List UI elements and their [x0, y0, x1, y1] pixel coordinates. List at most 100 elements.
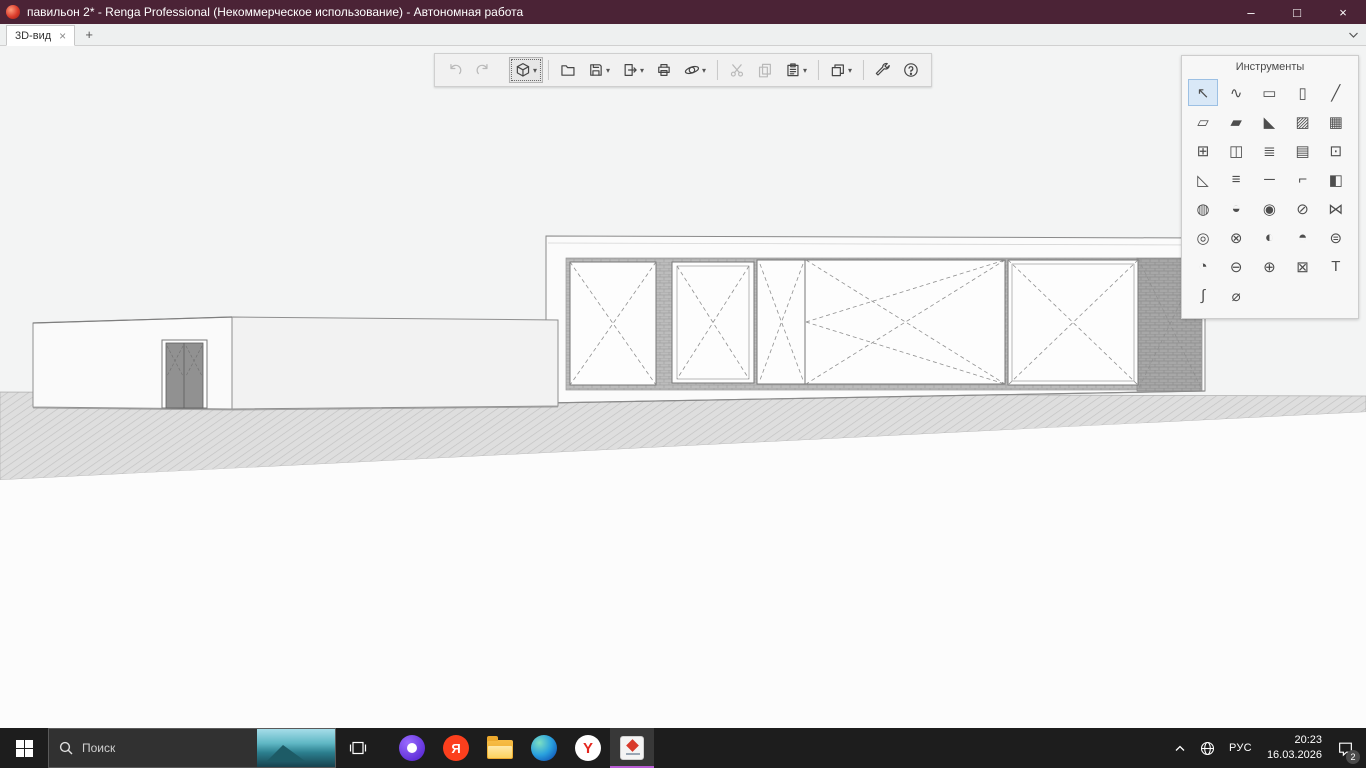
- wall-tool[interactable]: ▦: [1321, 108, 1351, 135]
- new-tab-button[interactable]: +: [79, 25, 99, 43]
- tools-panel-title: Инструменты: [1182, 56, 1358, 76]
- light-fixture-tool[interactable]: ◔: [1188, 253, 1218, 280]
- settings-button[interactable]: [869, 57, 897, 83]
- export-button[interactable]: ▾: [616, 57, 650, 83]
- taskbar-clock[interactable]: 20:23 16.03.2026: [1259, 728, 1330, 768]
- axis-grid-tool[interactable]: ⌀: [1221, 282, 1251, 309]
- yandex-start-icon: Я: [443, 735, 469, 761]
- taskbar-apps: ЯY: [336, 728, 654, 768]
- beam-tool[interactable]: ⌐: [1288, 166, 1318, 193]
- roof-tool[interactable]: ◣: [1254, 108, 1284, 135]
- orbit-view-button[interactable]: ▾: [678, 57, 712, 83]
- redo-button[interactable]: [469, 57, 497, 83]
- assembly-tool[interactable]: ⊡: [1321, 137, 1351, 164]
- door-tool[interactable]: ◫: [1221, 137, 1251, 164]
- dropdown-arrow-icon: ▾: [533, 66, 537, 75]
- tab-close-icon[interactable]: ×: [59, 30, 66, 42]
- select-tool[interactable]: ↖: [1188, 79, 1218, 106]
- edge-taskbar-button[interactable]: [522, 728, 566, 768]
- duct-fitting-tool[interactable]: ⊗: [1221, 224, 1251, 251]
- layers-icon: [830, 62, 846, 78]
- redo-icon: [475, 62, 491, 78]
- opening-tool[interactable]: ▭: [1254, 79, 1284, 106]
- start-button[interactable]: [0, 728, 48, 768]
- explorer-taskbar-button[interactable]: [478, 728, 522, 768]
- duct-accessory-tool[interactable]: ⊜: [1321, 224, 1351, 251]
- export-icon: [622, 62, 638, 78]
- save-button[interactable]: ▾: [582, 57, 616, 83]
- main-canvas: ▾▾▾▾▾▾ Инструменты ↖∿▭▯╱▱▰◣▨▦⊞◫≣▤⊡◺≡─⌐◧◍…: [0, 46, 1366, 728]
- renga-taskbar-button[interactable]: [610, 728, 654, 768]
- slab-tool[interactable]: ▰: [1221, 108, 1251, 135]
- news-widget-thumbnail[interactable]: [257, 729, 335, 767]
- isolation-tool[interactable]: ▤: [1288, 137, 1318, 164]
- alice-icon: [399, 735, 425, 761]
- minimize-button[interactable]: –: [1228, 0, 1274, 24]
- hatch-tool[interactable]: ▨: [1288, 108, 1318, 135]
- column-tool[interactable]: ▯: [1288, 79, 1318, 106]
- stair-tool[interactable]: ≡: [1221, 166, 1251, 193]
- network-icon[interactable]: [1193, 728, 1222, 768]
- equipment-tool[interactable]: ⊠: [1288, 253, 1318, 280]
- cut-button[interactable]: [723, 57, 751, 83]
- taskbar: Поиск ЯY РУС 20:23 16.03.2026: [0, 728, 1366, 768]
- tray-chevron-icon[interactable]: [1167, 728, 1193, 768]
- air-handler-tool[interactable]: ◐: [1254, 224, 1284, 251]
- railing-tool[interactable]: ≣: [1254, 137, 1284, 164]
- route-tool[interactable]: ∫: [1188, 282, 1218, 309]
- pipe-tool[interactable]: ⊘: [1288, 195, 1318, 222]
- edge-icon: [531, 735, 557, 761]
- print-button[interactable]: [650, 57, 678, 83]
- plumbing-fixture-tool[interactable]: ◍: [1188, 195, 1218, 222]
- pen-tool[interactable]: ╱: [1321, 79, 1351, 106]
- tank-tool[interactable]: ◒: [1221, 195, 1251, 222]
- help-button[interactable]: [897, 57, 925, 83]
- plate-tool[interactable]: ◧: [1321, 166, 1351, 193]
- valve-tool[interactable]: ⋈: [1321, 195, 1351, 222]
- text-tool[interactable]: T: [1321, 253, 1351, 280]
- maximize-button[interactable]: □: [1274, 0, 1320, 24]
- socket-tool[interactable]: ⊕: [1254, 253, 1284, 280]
- close-button[interactable]: ×: [1320, 0, 1366, 24]
- view-tabbar: 3D-вид × +: [0, 24, 1366, 46]
- paste-button[interactable]: ▾: [779, 57, 813, 83]
- spline-tool[interactable]: ∿: [1221, 79, 1251, 106]
- toolbar-separator: [818, 60, 819, 80]
- copy-button[interactable]: [751, 57, 779, 83]
- duct-tool[interactable]: ◎: [1188, 224, 1218, 251]
- yandex-browser-taskbar-button[interactable]: Y: [566, 728, 610, 768]
- yandex-start-taskbar-button[interactable]: Я: [434, 728, 478, 768]
- pump-tool[interactable]: ◉: [1254, 195, 1284, 222]
- taskbar-search[interactable]: Поиск: [48, 728, 336, 768]
- tab-3d-view[interactable]: 3D-вид ×: [6, 25, 75, 46]
- alice-taskbar-button[interactable]: [390, 728, 434, 768]
- tab-label: 3D-вид: [15, 30, 51, 42]
- ramp-tool[interactable]: ◺: [1188, 166, 1218, 193]
- language-indicator[interactable]: РУС: [1222, 728, 1259, 768]
- floor-tool[interactable]: ▱: [1188, 108, 1218, 135]
- building-left: [33, 317, 558, 410]
- task-view-taskbar-button[interactable]: [336, 728, 380, 768]
- folder-icon: [560, 62, 576, 78]
- window-controls: –□×: [1228, 0, 1366, 24]
- tools-panel: Инструменты ↖∿▭▯╱ ▱▰◣▨▦ ⊞◫≣▤⊡ ◺≡─⌐◧ ◍◒◉⊘⋈ ◎⊗◐…: [1181, 55, 1359, 319]
- copy-icon: [757, 62, 773, 78]
- open-project-button[interactable]: [554, 57, 582, 83]
- line-tool[interactable]: ─: [1254, 166, 1284, 193]
- task-view-icon: [348, 738, 368, 758]
- view-mode-button[interactable]: ▾: [509, 57, 543, 83]
- switch-tool[interactable]: ⊖: [1221, 253, 1251, 280]
- tab-list-chevron-icon[interactable]: [1349, 32, 1358, 38]
- window-tool[interactable]: ⊞: [1188, 137, 1218, 164]
- action-center-button[interactable]: 2: [1330, 728, 1361, 768]
- app-window: павильон 2* - Renga Professional (Некомм…: [0, 0, 1366, 768]
- drawings-button[interactable]: ▾: [824, 57, 858, 83]
- help-icon: [903, 62, 919, 78]
- viewport-3d[interactable]: [0, 46, 1366, 728]
- cube-icon: [515, 62, 531, 78]
- undo-button[interactable]: [441, 57, 469, 83]
- clock-date: 16.03.2026: [1267, 748, 1322, 763]
- dropdown-arrow-icon: ▾: [702, 66, 706, 75]
- glazing: [570, 260, 1138, 385]
- diffuser-tool[interactable]: ◓: [1288, 224, 1318, 251]
